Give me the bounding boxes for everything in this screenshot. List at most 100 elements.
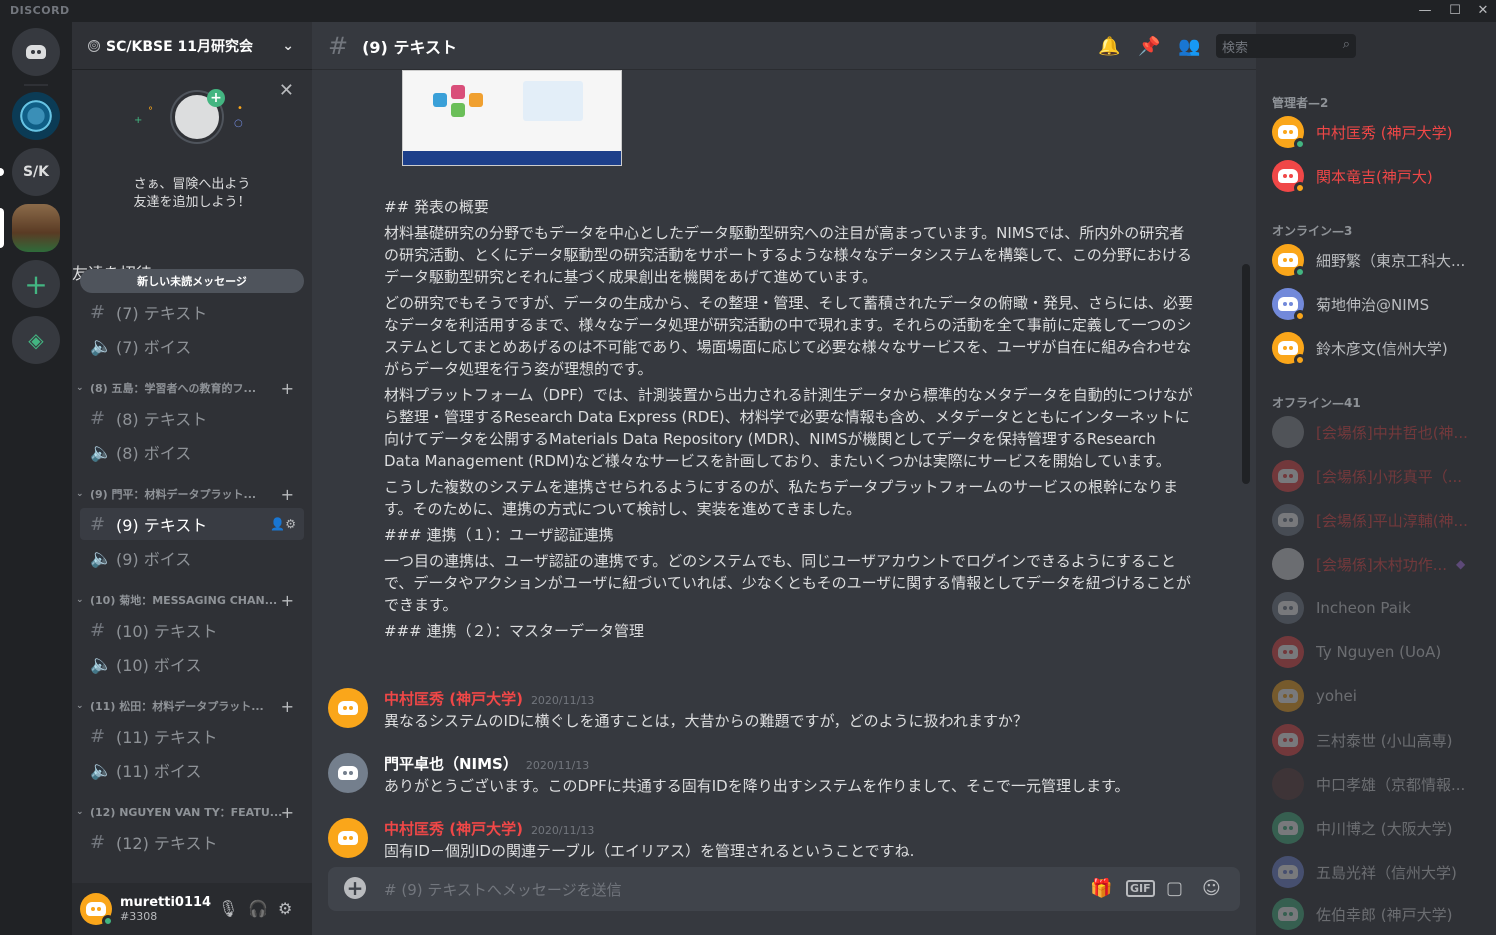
channel-voice-9[interactable]: 🔈 (9) ボイス: [80, 542, 304, 574]
gift-icon[interactable]: 🎁: [1090, 878, 1112, 899]
channel-label: (9) ボイス: [116, 550, 192, 569]
member-item[interactable]: 中口孝雄（京都情報...: [1272, 764, 1488, 804]
channel-voice-7[interactable]: 🔈 (7) ボイス: [80, 330, 304, 362]
discord-logo-icon: [1278, 645, 1298, 659]
channel-text-12[interactable]: # (12) テキスト: [80, 826, 304, 858]
channel-text-8[interactable]: # (8) テキスト: [80, 402, 304, 434]
search-input[interactable]: 検索 ⌕: [1216, 34, 1356, 58]
new-unread-banner[interactable]: 新しい未読メッセージ: [80, 269, 304, 293]
message-text: ありがとうございます。このDPFに共通する固有IDを降り出すシステムを作りまして…: [384, 777, 1130, 795]
friend-card-line2: 友達を追加しよう！: [133, 195, 251, 210]
add-server-button[interactable]: +: [12, 260, 60, 308]
channel-voice-10[interactable]: 🔈 (10) ボイス: [80, 648, 304, 680]
member-item[interactable]: 五島光祥（信州大学): [1272, 852, 1488, 892]
message-author[interactable]: 門平卓也（NIMS） 2020/11/13: [384, 753, 589, 774]
member-item[interactable]: Ty Nguyen (UoA): [1272, 632, 1488, 672]
pin-icon[interactable]: 📌: [1138, 36, 1160, 57]
avatar[interactable]: [328, 688, 368, 728]
add-channel-icon[interactable]: +: [281, 485, 294, 504]
member-name: Ty Nguyen (UoA): [1316, 643, 1442, 661]
channel-text-9[interactable]: # (9) テキスト 👤⚙: [80, 508, 304, 540]
channel-voice-11[interactable]: 🔈 (11) ボイス: [80, 754, 304, 786]
attachment-image[interactable]: [402, 70, 622, 166]
discord-logo-icon: [1278, 907, 1298, 921]
post-paragraph: こうした複数のシステムを連携させられるようにするのが、私たちデータプラットフォー…: [384, 478, 1178, 518]
add-channel-icon[interactable]: +: [281, 591, 294, 610]
emoji-icon[interactable]: ☺: [1202, 878, 1221, 899]
scrollbar[interactable]: [1242, 264, 1250, 484]
channel-voice-8[interactable]: 🔈 (8) ボイス: [80, 436, 304, 468]
invite-settings-icons[interactable]: 👤⚙: [270, 517, 296, 531]
message-input[interactable]: # (9) テキストへメッセージを送信: [384, 879, 622, 900]
post-paragraph: 材料基礎研究の分野でもデータを中心としたデータ駆動型研究への注目が高まっています…: [384, 224, 1192, 286]
member-name: yohei: [1316, 687, 1357, 705]
avatar: [1272, 768, 1304, 800]
close-window-icon[interactable]: ✕: [1468, 0, 1496, 22]
timestamp: 2020/11/13: [525, 759, 590, 772]
member-name: 菊地伸治@NIMS: [1316, 295, 1430, 314]
bell-icon[interactable]: 🔔: [1098, 36, 1120, 57]
avatar[interactable]: [328, 753, 368, 793]
explore-compass-icon[interactable]: ◈: [12, 316, 60, 364]
chevron-down-icon: ⌄: [76, 383, 84, 393]
home-button[interactable]: [12, 28, 60, 76]
server-boost-icon: ◎: [88, 39, 100, 52]
avatar: [1272, 288, 1306, 322]
microphone-icon[interactable]: 🎙: [218, 899, 238, 918]
hash-icon: #: [90, 407, 106, 429]
category-10[interactable]: ⌄ (10) 菊地：MESSAGING CHAN... +: [72, 588, 312, 612]
member-item[interactable]: 鈴木彦文(信州大学): [1272, 328, 1488, 368]
category-8[interactable]: ⌄ (8) 五島：学習者への教育的フ... +: [72, 376, 312, 400]
members-icon[interactable]: 👥: [1178, 36, 1200, 57]
channel-text-10[interactable]: # (10) テキスト: [80, 614, 304, 646]
member-item[interactable]: [会場係]中井哲也(神...: [1272, 412, 1488, 452]
member-item[interactable]: [会場係]平山淳輔(神...: [1272, 500, 1488, 540]
server-icon-blue[interactable]: [12, 92, 60, 140]
chevron-down-icon[interactable]: ⌄: [282, 38, 294, 54]
timestamp: 2020/11/13: [530, 694, 595, 707]
member-item[interactable]: 関本竜吉(神戸大): [1272, 156, 1488, 196]
category-11[interactable]: ⌄ (11) 松田：材料データプラット... +: [72, 694, 312, 718]
message: 中村匡秀 (神戸大学) 2020/11/13 異なるシステムのIDに横ぐしを通すこ…: [328, 688, 1208, 748]
member-item[interactable]: 中川博之 (大阪大学): [1272, 808, 1488, 848]
minimize-icon[interactable]: —: [1410, 0, 1440, 22]
member-item[interactable]: 中村匡秀 (神戸大学): [1272, 112, 1488, 152]
channel-text-11[interactable]: # (11) テキスト: [80, 720, 304, 752]
speaker-icon: 🔈: [90, 547, 113, 569]
member-name: [会場係]小形真平（...: [1316, 467, 1463, 486]
avatar: [1272, 898, 1304, 930]
member-item[interactable]: yohei: [1272, 676, 1488, 716]
server-icon-sk[interactable]: S/K: [12, 148, 60, 196]
category-12[interactable]: ⌄ (12) NGUYEN VAN TY：FEATU... +: [72, 800, 312, 824]
avatar[interactable]: [328, 818, 368, 858]
close-icon[interactable]: ✕: [279, 80, 294, 101]
member-item[interactable]: 菊地伸治@NIMS: [1272, 284, 1488, 324]
gear-icon[interactable]: ⚙: [278, 899, 292, 918]
message-composer[interactable]: + # (9) テキストへメッセージを送信 🎁 GIF ▢ ☺: [328, 867, 1240, 911]
server-icon-temple[interactable]: [12, 204, 60, 252]
member-item[interactable]: 細野繁（東京工科大...: [1272, 240, 1488, 280]
author-name: 門平卓也（NIMS）: [384, 755, 518, 773]
upload-plus-icon[interactable]: +: [344, 877, 366, 899]
add-channel-icon[interactable]: +: [281, 803, 294, 822]
channel-text-7[interactable]: # (7) テキスト: [80, 296, 304, 328]
category-9[interactable]: ⌄ (9) 門平：材料データプラット... +: [72, 482, 312, 506]
headphones-icon[interactable]: 🎧: [248, 899, 268, 918]
maximize-icon[interactable]: ☐: [1440, 0, 1470, 22]
channel-header: # (9) テキスト 🔔 📌 👥 検索 ⌕ ⭳ ▭ ?: [312, 22, 1468, 70]
discord-logo-icon: [338, 766, 358, 780]
member-item[interactable]: Incheon Paik: [1272, 588, 1488, 628]
add-channel-icon[interactable]: +: [281, 379, 294, 398]
gif-button[interactable]: GIF: [1126, 880, 1155, 897]
server-header[interactable]: ◎ SC/KBSE 11月研究会 ⌄: [72, 22, 312, 70]
member-item[interactable]: [会場係]木村功作... ◆: [1272, 544, 1488, 584]
member-item[interactable]: 佐伯幸郎 (神戸大学): [1272, 894, 1488, 934]
sparkle-icon: +: [134, 115, 143, 126]
add-channel-icon[interactable]: +: [281, 697, 294, 716]
sticker-icon[interactable]: ▢: [1166, 878, 1183, 899]
message-author[interactable]: 中村匡秀 (神戸大学) 2020/11/13: [384, 818, 594, 839]
avatar[interactable]: [80, 893, 114, 927]
message-author[interactable]: 中村匡秀 (神戸大学) 2020/11/13: [384, 688, 594, 709]
member-item[interactable]: [会場係]小形真平（...: [1272, 456, 1488, 496]
member-item[interactable]: 三村泰世 (小山高専): [1272, 720, 1488, 760]
